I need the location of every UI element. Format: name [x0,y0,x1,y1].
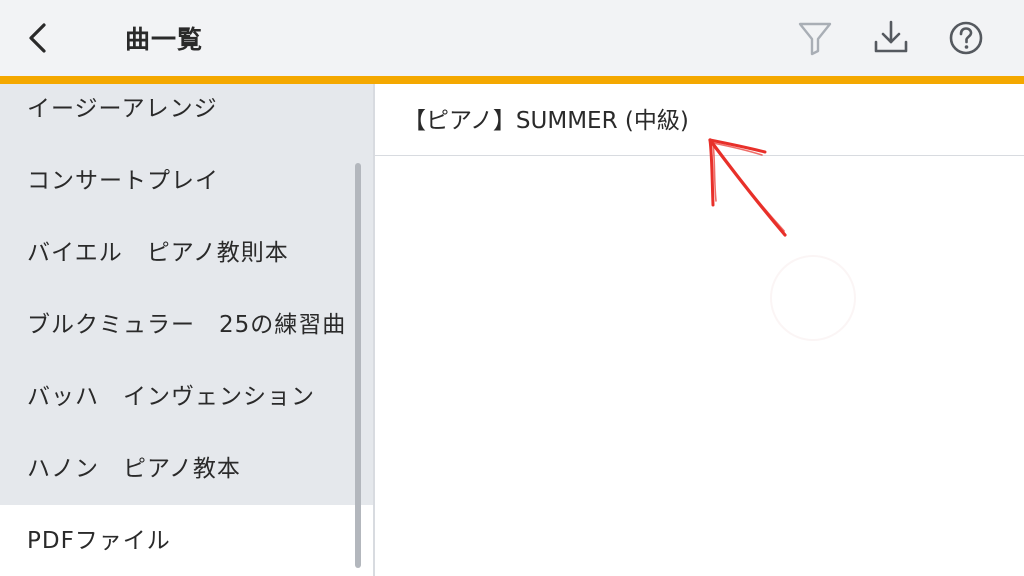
sidebar-item-bach-invention[interactable]: バッハ インヴェンション [0,361,373,433]
sidebar-item-hanon[interactable]: ハノン ピアノ教本 [0,433,373,505]
header-accent-bar [0,76,1024,84]
sidebar-item-pdf-files[interactable]: PDFファイル [0,505,373,576]
sidebar-item-concert-play[interactable]: コンサートプレイ [0,145,373,217]
top-app-bar: 曲一覧 [0,0,1024,76]
category-sidebar: イージーアレンジ コンサートプレイ バイエル ピアノ教則本 ブルクミュラー 25… [0,84,373,576]
sidebar-item-label: バイエル ピアノ教則本 [27,240,289,266]
sidebar-scrollbar[interactable] [355,163,361,568]
sidebar-item-beyer[interactable]: バイエル ピアノ教則本 [0,217,373,289]
chevron-left-icon [29,23,46,53]
sidebar-item-label: PDFファイル [27,528,171,554]
watermark-circle [770,255,856,341]
sidebar-item-label: ハノン ピアノ教本 [27,456,241,482]
sidebar-item-label: バッハ インヴェンション [27,384,315,410]
annotation-arrow-icon [708,138,787,237]
back-button[interactable] [18,18,58,58]
filter-icon [798,22,832,56]
sidebar-item-label: イージーアレンジ [27,96,218,122]
sidebar-item-easy-arrange[interactable]: イージーアレンジ [0,84,373,145]
download-button[interactable] [871,18,911,58]
page-title: 曲一覧 [125,25,204,54]
sidebar-item-label: コンサートプレイ [27,168,219,194]
song-title: 【ピアノ】SUMMER (中級) [403,108,689,134]
sidebar-item-burgmuller[interactable]: ブルクミュラー 25の練習曲 [0,289,373,361]
help-button[interactable] [946,18,986,58]
sidebar-item-label: ブルクミュラー 25の練習曲 [27,312,347,338]
download-icon [874,20,908,53]
help-icon [949,21,983,55]
filter-button[interactable] [795,18,835,58]
